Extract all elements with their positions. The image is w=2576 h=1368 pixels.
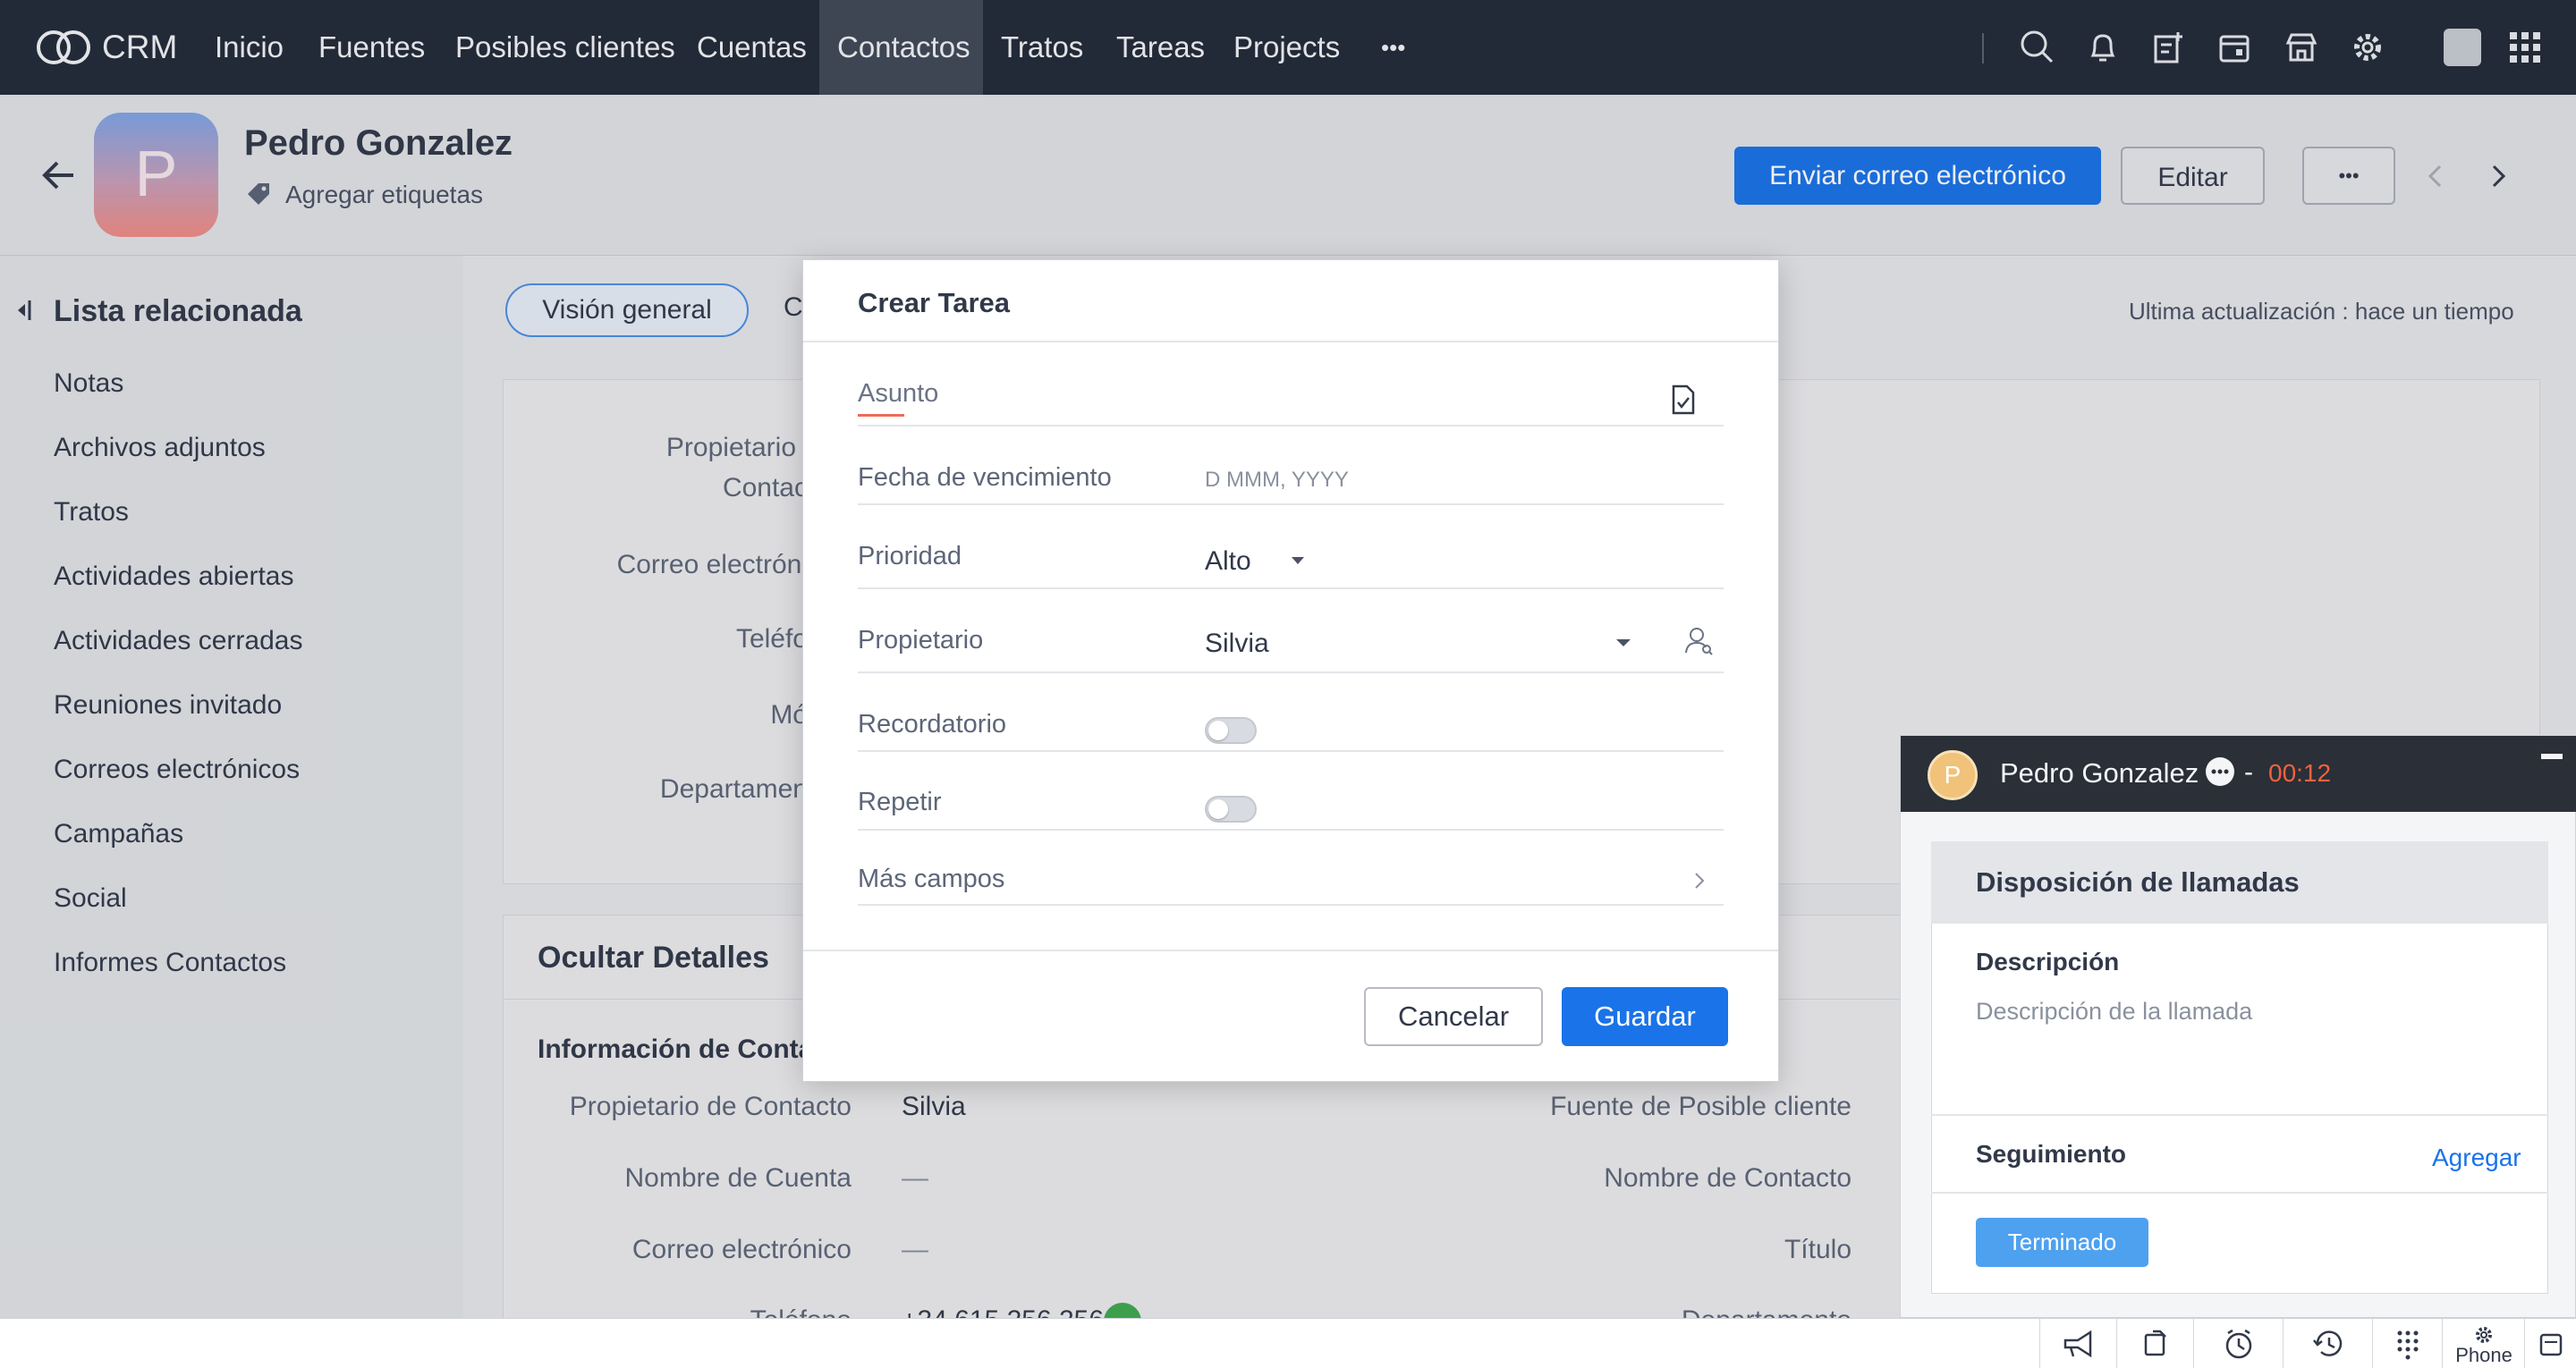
owner-label: Propietario xyxy=(858,626,984,654)
call-timer: 00:12 xyxy=(2268,759,2332,787)
modal-title: Crear Tarea xyxy=(858,287,1011,318)
disposition-divider-1 xyxy=(1931,1114,2548,1116)
disposition-title: Disposición de llamadas xyxy=(1976,866,2300,898)
owner-lookup-icon[interactable] xyxy=(1683,625,1714,655)
history-icon[interactable] xyxy=(2283,1319,2372,1368)
due-date-input[interactable]: D MMM, YYYY xyxy=(1205,468,1349,493)
more-fields-link[interactable]: Más campos xyxy=(858,865,1004,894)
save-button[interactable]: Guardar xyxy=(1562,987,1728,1046)
reminder-toggle[interactable] xyxy=(1205,717,1257,744)
call-widget-header: P Pedro Gonzalez - 00:12 xyxy=(1901,736,2576,812)
priority-dropdown-icon[interactable] xyxy=(1290,555,1306,566)
chevron-right-icon[interactable] xyxy=(1692,870,1707,891)
signal-icon[interactable] xyxy=(2116,1319,2193,1368)
reminder-underline xyxy=(858,750,1724,752)
followup-label: Seguimiento xyxy=(1976,1140,2127,1168)
minimize-icon[interactable] xyxy=(2541,754,2563,759)
announcement-icon[interactable] xyxy=(2039,1319,2116,1368)
dialpad-icon[interactable] xyxy=(2372,1319,2442,1368)
subject-required-marker xyxy=(858,414,904,417)
owner-underline xyxy=(858,671,1724,673)
priority-label: Prioridad xyxy=(858,542,962,570)
repeat-label: Repetir xyxy=(858,788,942,816)
modal-header-divider xyxy=(803,341,1778,342)
phone-label: Phone xyxy=(2455,1344,2512,1366)
followup-add-link[interactable]: Agregar xyxy=(2432,1144,2521,1172)
call-header-separator: - xyxy=(2244,757,2253,787)
due-date-underline xyxy=(858,503,1724,505)
call-description-input[interactable]: Descripción de la llamada xyxy=(1976,998,2252,1026)
task-template-icon[interactable] xyxy=(1669,384,1698,416)
owner-select[interactable]: Silvia xyxy=(1205,629,1269,659)
notes-tray-icon[interactable] xyxy=(2524,1319,2576,1368)
alarm-clock-icon[interactable] xyxy=(2193,1319,2283,1368)
call-widget: P Pedro Gonzalez - 00:12 Disposición de … xyxy=(1900,735,2576,1318)
more-fields-underline xyxy=(858,904,1724,906)
repeat-underline xyxy=(858,829,1724,831)
subject-underline xyxy=(858,425,1724,426)
call-options-icon[interactable] xyxy=(2204,756,2236,788)
priority-select[interactable]: Alto xyxy=(1205,546,1251,577)
description-label: Descripción xyxy=(1976,948,2120,975)
priority-underline xyxy=(858,587,1724,589)
due-date-label: Fecha de vencimiento xyxy=(858,463,1112,492)
bottom-toolbar: Phone xyxy=(0,1318,2576,1368)
create-task-modal: Crear Tarea Asunto Fecha de vencimiento … xyxy=(802,259,1779,1082)
phone-settings-button[interactable]: Phone xyxy=(2442,1319,2524,1368)
phone-gear-icon xyxy=(2473,1324,2495,1346)
owner-dropdown-icon[interactable] xyxy=(1614,638,1632,648)
caller-avatar: P xyxy=(1928,750,1978,800)
caller-avatar-letter: P xyxy=(1944,761,1962,789)
subject-field[interactable]: Asunto xyxy=(858,379,938,409)
disposition-divider-2 xyxy=(1931,1192,2548,1194)
done-button[interactable]: Terminado xyxy=(1976,1218,2148,1267)
modal-footer-divider xyxy=(803,950,1778,951)
repeat-toggle[interactable] xyxy=(1205,796,1257,823)
caller-name: Pedro Gonzalez xyxy=(2000,757,2199,789)
reminder-label: Recordatorio xyxy=(858,710,1007,739)
cancel-button[interactable]: Cancelar xyxy=(1364,987,1543,1046)
